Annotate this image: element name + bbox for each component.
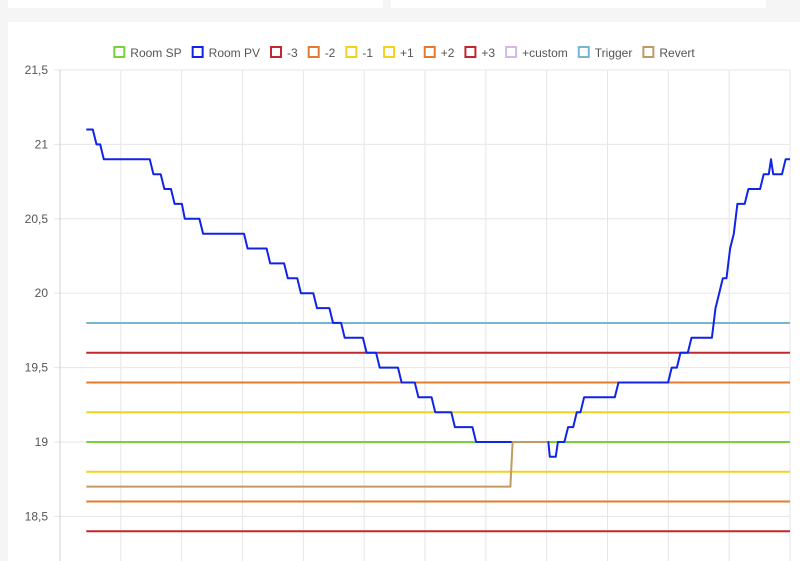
legend-label: Room SP bbox=[130, 46, 181, 60]
legend-label: Revert bbox=[659, 46, 695, 60]
legend-label: +3 bbox=[481, 46, 495, 60]
y-tick-label: 21 bbox=[35, 137, 49, 151]
line-chart: 21,5 21 20,5 20 19,5 19 18,5 Room SP Room PV -3 -2… bbox=[25, 46, 791, 561]
legend-swatch bbox=[307, 46, 320, 58]
legend-item-+3[interactable]: +3 bbox=[464, 46, 495, 60]
legend-label: Room PV bbox=[209, 46, 260, 60]
legend-item--2[interactable]: -2 bbox=[307, 46, 336, 60]
legend-item-+2[interactable]: +2 bbox=[423, 46, 455, 60]
legend: Room SP Room PV -3 -2 -1 +1 +2 +3 +custom Trigger… bbox=[113, 46, 695, 60]
y-tick-label: 19,5 bbox=[25, 361, 49, 375]
legend-swatch bbox=[577, 46, 590, 58]
legend-swatch bbox=[270, 46, 283, 58]
y-tick-label: 20 bbox=[35, 286, 49, 300]
legend-label: -2 bbox=[325, 46, 336, 60]
top-card-left bbox=[8, 0, 383, 8]
legend-item--3[interactable]: -3 bbox=[270, 46, 298, 60]
legend-label: +1 bbox=[400, 46, 414, 60]
y-tick-label: 18,5 bbox=[25, 509, 49, 523]
top-card-right bbox=[391, 0, 766, 8]
legend-swatch bbox=[113, 46, 126, 58]
legend-swatch bbox=[383, 46, 396, 58]
legend-item-+1[interactable]: +1 bbox=[383, 46, 414, 60]
y-tick-label: 19 bbox=[35, 435, 49, 449]
chart-panel: 21,5 21 20,5 20 19,5 19 18,5 Room SP Room PV -3 -2… bbox=[8, 22, 800, 561]
series-line-Revert bbox=[86, 441, 548, 488]
legend-swatch bbox=[191, 46, 204, 58]
legend-swatch bbox=[464, 46, 477, 58]
y-tick-label: 21,5 bbox=[25, 63, 49, 77]
legend-label: +2 bbox=[441, 46, 455, 60]
legend-item-Room PV[interactable]: Room PV bbox=[191, 46, 260, 60]
legend-swatch bbox=[345, 46, 358, 58]
legend-label: +custom bbox=[522, 46, 568, 60]
legend-swatch bbox=[642, 46, 655, 58]
legend-item-Trigger[interactable]: Trigger bbox=[577, 46, 633, 60]
legend-label: Trigger bbox=[595, 46, 633, 60]
legend-swatch bbox=[505, 46, 518, 58]
legend-swatch bbox=[423, 46, 436, 58]
legend-item-Revert[interactable]: Revert bbox=[642, 46, 695, 60]
legend-label: -1 bbox=[362, 46, 373, 60]
y-tick-label: 20,5 bbox=[25, 212, 49, 226]
legend-item-Room SP[interactable]: Room SP bbox=[113, 46, 182, 60]
legend-label: -3 bbox=[287, 46, 298, 60]
legend-item--1[interactable]: -1 bbox=[345, 46, 373, 60]
legend-item-+custom[interactable]: +custom bbox=[505, 46, 568, 60]
